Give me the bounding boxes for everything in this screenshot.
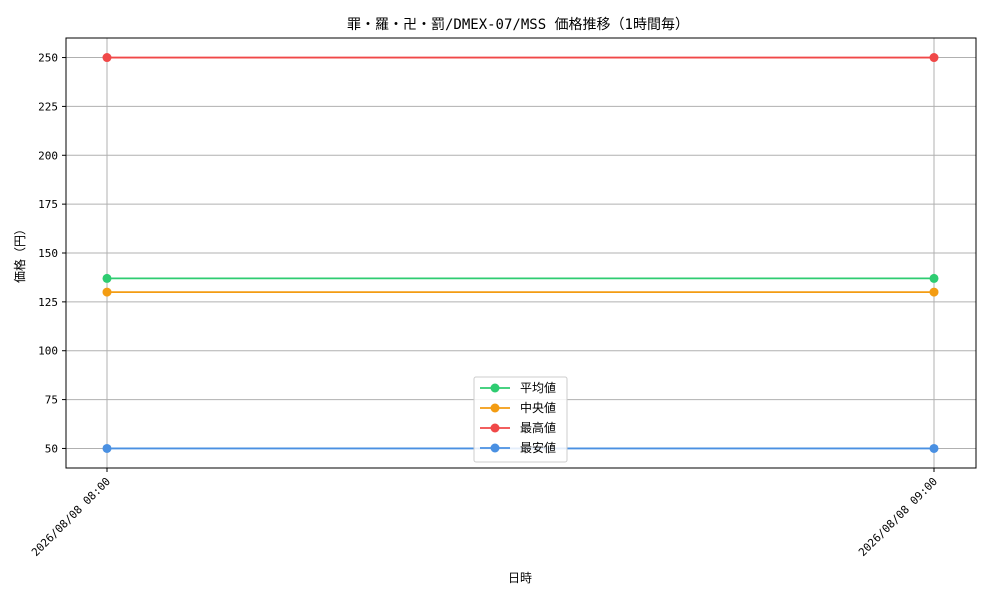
chart-title: 罪・羅・卍・罰/DMEX-07/MSS 価格推移（1時間毎） bbox=[347, 17, 689, 33]
series-2-point-0 bbox=[102, 53, 112, 63]
chart-background bbox=[0, 0, 1000, 600]
price-chart: 罪・羅・卍・罰/DMEX-07/MSS 価格推移（1時間毎） 50 75 100 12… bbox=[0, 0, 1000, 600]
series-0-point-1 bbox=[929, 273, 939, 283]
series-1-point-1 bbox=[929, 287, 939, 297]
series-2-point-1 bbox=[929, 53, 939, 63]
legend-swatch-marker-3 bbox=[490, 443, 500, 453]
series-1-point-0 bbox=[102, 287, 112, 297]
legend-swatch-marker-1 bbox=[490, 403, 500, 413]
y-tick-label-8: 250 bbox=[38, 52, 58, 65]
legend-swatch-marker-0 bbox=[490, 383, 500, 393]
y-axis-label: 価格（円） bbox=[12, 223, 27, 283]
y-tick-label-3: 125 bbox=[38, 296, 58, 309]
y-tick-label-7: 225 bbox=[38, 100, 58, 113]
series-3-point-0 bbox=[102, 443, 112, 453]
y-tick-label-2: 100 bbox=[38, 345, 58, 358]
legend-swatch-marker-2 bbox=[490, 423, 500, 433]
legend-label-3: 最安値 bbox=[520, 440, 556, 455]
y-tick-label-4: 150 bbox=[38, 247, 58, 260]
legend-label-1: 中央値 bbox=[520, 400, 556, 415]
y-tick-label-5: 175 bbox=[38, 198, 58, 211]
legend: 平均値中央値最高値最安値 bbox=[473, 376, 568, 463]
y-tick-label-6: 200 bbox=[38, 149, 58, 162]
y-tick-label-0: 50 bbox=[45, 442, 58, 455]
y-tick-label-1: 75 bbox=[45, 394, 58, 407]
series-3-point-1 bbox=[929, 443, 939, 453]
legend-label-0: 平均値 bbox=[520, 380, 556, 395]
series-0-point-0 bbox=[102, 273, 112, 283]
legend-label-2: 最高値 bbox=[520, 420, 556, 435]
x-axis-label: 日時 bbox=[508, 571, 532, 585]
